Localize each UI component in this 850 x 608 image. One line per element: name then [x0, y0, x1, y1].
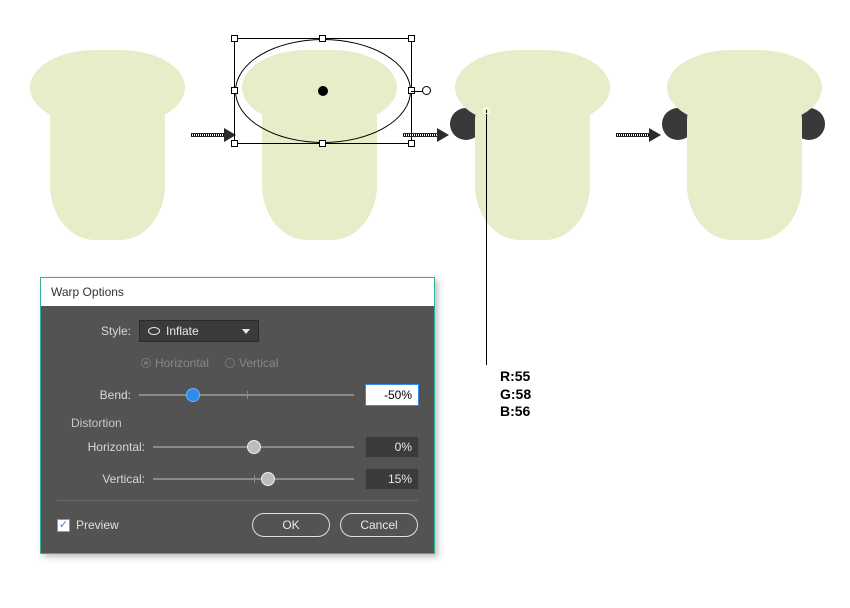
divider: [57, 500, 418, 501]
arrow-icon: [614, 129, 661, 141]
dialog-title: Warp Options: [51, 285, 124, 299]
warp-options-dialog: Warp Options Style: Inflate Horizontal V…: [40, 277, 435, 554]
dist-v-value-input[interactable]: 15%: [366, 469, 418, 489]
radio-icon: [225, 358, 235, 368]
ok-button[interactable]: OK: [252, 513, 330, 537]
dist-v-label: Vertical:: [71, 472, 153, 486]
radio-label: Vertical: [239, 356, 278, 370]
cancel-button[interactable]: Cancel: [340, 513, 418, 537]
checkbox-icon: ✓: [57, 519, 70, 532]
dist-v-slider[interactable]: [153, 470, 354, 488]
selection-bounding-box[interactable]: [234, 38, 412, 144]
preview-checkbox[interactable]: ✓ Preview: [57, 518, 119, 532]
rgb-r: R:55: [500, 368, 531, 386]
style-value: Inflate: [166, 324, 199, 338]
shape-step-2: [242, 30, 395, 240]
rgb-g: G:58: [500, 386, 531, 404]
shape-step-4: [667, 30, 820, 240]
bend-label: Bend:: [57, 388, 139, 402]
orientation-horizontal-radio[interactable]: Horizontal: [141, 356, 209, 370]
style-label: Style:: [57, 324, 139, 338]
arrow-icon: [189, 129, 236, 141]
callout-origin: [483, 107, 490, 114]
radio-label: Horizontal: [155, 356, 209, 370]
shape-step-3: [455, 30, 608, 240]
style-select[interactable]: Inflate: [139, 320, 259, 342]
dist-h-value-input[interactable]: 0%: [366, 437, 418, 457]
rgb-b: B:56: [500, 403, 531, 421]
dist-h-label: Horizontal:: [71, 440, 153, 454]
orientation-vertical-radio[interactable]: Vertical: [225, 356, 278, 370]
inflate-icon: [148, 327, 160, 335]
bend-slider[interactable]: [139, 386, 354, 404]
radio-icon: [141, 358, 151, 368]
distortion-section-label: Distortion: [71, 416, 418, 430]
dialog-titlebar[interactable]: Warp Options: [41, 278, 434, 306]
dist-h-slider[interactable]: [153, 438, 354, 456]
chevron-down-icon: [242, 329, 250, 334]
arrow-icon: [401, 129, 448, 141]
shape-step-1: [30, 30, 183, 240]
rgb-readout: R:55 G:58 B:56: [500, 368, 531, 421]
tutorial-steps: [30, 20, 820, 250]
preview-label: Preview: [76, 518, 119, 532]
bend-value-input[interactable]: -50%: [366, 385, 418, 405]
callout-line: [486, 110, 487, 365]
